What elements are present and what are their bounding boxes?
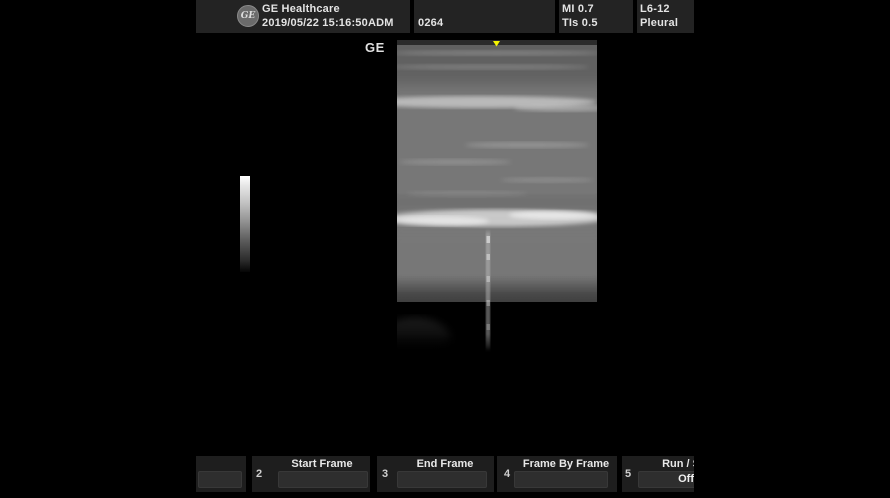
statusbar-divider (410, 0, 414, 33)
softkey-number: 4 (504, 468, 510, 480)
probe-label: L6-12 (640, 3, 670, 15)
softkey-seg-2: 2 Start Frame (252, 456, 370, 492)
exam-id-label: 0264 (418, 17, 443, 29)
ultrasound-image (397, 40, 597, 352)
statusbar-divider (555, 0, 559, 33)
softkey-seg-5: 5 Run / S Off (622, 456, 694, 492)
ge-watermark: GE (365, 40, 389, 55)
datetime-label: 2019/05/22 15:16:50ADM (262, 17, 394, 29)
content-area: GE GE Healthcare 2019/05/22 15:16:50ADM … (196, 0, 694, 498)
softkey-label: Start Frame (276, 458, 368, 470)
softkey-button-run-stop[interactable]: Off (638, 471, 694, 488)
softkey-panel: 2 Start Frame 3 End Frame 4 Frame By Fra… (196, 456, 694, 492)
softkey-seg-1 (196, 456, 246, 492)
ultrasound-screen: GE GE Healthcare 2019/05/22 15:16:50ADM … (0, 0, 890, 498)
softkey-label: Frame By Frame (519, 458, 613, 470)
tis-value: TIs 0.5 (562, 17, 598, 29)
softkey-number: 5 (625, 468, 631, 480)
b-line-artifact (486, 232, 490, 350)
grayscale-bar (240, 176, 250, 272)
softkey-button-end-frame[interactable] (397, 471, 487, 488)
preset-label: Pleural (640, 17, 678, 29)
brand-label: GE Healthcare (262, 3, 340, 15)
mi-value: MI 0.7 (562, 3, 594, 15)
softkey-button-1[interactable] (198, 471, 242, 488)
softkey-label: End Frame (399, 458, 491, 470)
status-bar: GE GE Healthcare 2019/05/22 15:16:50ADM … (196, 0, 694, 33)
softkey-label: Run / S (640, 458, 694, 470)
softkey-seg-4: 4 Frame By Frame (497, 456, 617, 492)
softkey-number: 2 (256, 468, 262, 480)
ultrasound-render (397, 40, 597, 352)
softkey-seg-3: 3 End Frame (377, 456, 494, 492)
softkey-number: 3 (382, 468, 388, 480)
ge-logo-icon: GE (237, 5, 259, 27)
statusbar-divider (633, 0, 637, 33)
softkey-button-start-frame[interactable] (278, 471, 368, 488)
softkey-button-frame-by-frame[interactable] (514, 471, 608, 488)
